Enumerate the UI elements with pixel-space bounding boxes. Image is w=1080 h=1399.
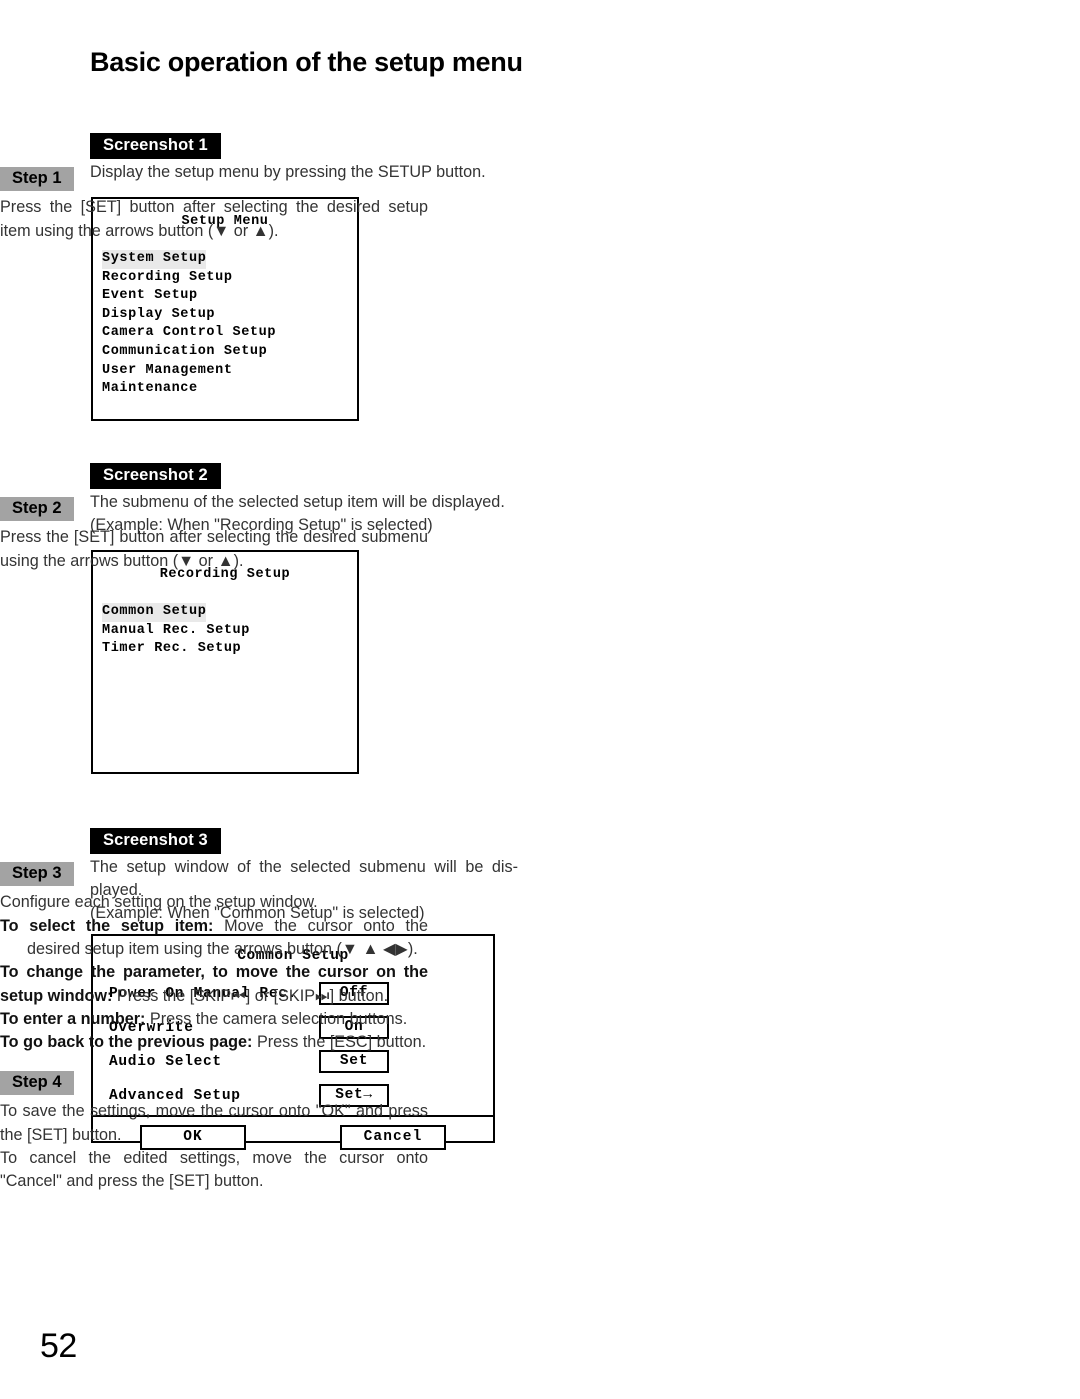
step-3-line-6-rest: Press the camera selection buttons. (149, 1009, 408, 1028)
step-3-line-7-lead: To go back to the previous page: (0, 1033, 253, 1052)
step-4-body: To save the settings, move the cursor on… (0, 1100, 428, 1193)
step-1-line-2: item using the arrows button (▼ or ▲). (0, 221, 279, 240)
step-4-line-3: To cancel the edited settings, move the … (0, 1148, 428, 1167)
step-2-body: Press the [SET] button after selecting t… (0, 526, 428, 573)
step-3-line-6: To enter a number: Press the camera sele… (0, 1008, 428, 1031)
step-1-block: Step 1 Press the [SET] button after sele… (0, 167, 428, 243)
step-1-badge: Step 1 (0, 167, 74, 192)
step-2-badge: Step 2 (0, 497, 74, 522)
skip-back-icon: ⏮ (231, 986, 246, 1005)
recording-setup-item[interactable]: Timer Rec. Setup (102, 640, 357, 659)
recording-setup-item[interactable]: Manual Rec. Setup (102, 622, 357, 641)
step-3-line-5: setup window: Press the [SKIP⏮] or [SKIP… (0, 985, 428, 1008)
step-1-body: Press the [SET] button after selecting t… (0, 196, 428, 243)
step-4-line-4: "Cancel" and press the [SET] button. (0, 1172, 264, 1191)
step-3-line-4: To change the parameter, to move the cur… (0, 963, 428, 982)
recording-setup-window: Recording Setup Common Setup Manual Rec.… (91, 550, 359, 774)
skip-forward-icon: ⏭ (315, 986, 330, 1005)
setup-menu-item[interactable]: Communication Setup (102, 343, 357, 362)
step-4-line-2: the [SET] button. (0, 1125, 122, 1144)
step-2-line-2: using the arrows button (▼ or ▲). (0, 551, 244, 570)
setup-menu-item[interactable]: Event Setup (102, 287, 357, 306)
step-2-line-1: Press the [SET] button after selecting t… (0, 528, 428, 547)
step-3-badge: Step 3 (0, 862, 74, 887)
step-1-line-1: Press the [SET] button after selecting t… (0, 198, 428, 217)
step-3-body: Configure each setting on the setup wind… (0, 891, 428, 1054)
setup-menu-item[interactable]: Camera Control Setup (102, 324, 357, 343)
step-3-line-6-lead: To enter a number: (0, 1009, 146, 1028)
step-2-block: Step 2 Press the [SET] button after sele… (0, 497, 428, 573)
step-3-line-1: Configure each setting on the setup wind… (0, 893, 318, 912)
setup-menu-item[interactable]: System Setup (102, 250, 207, 269)
step-3-line-3: desired setup item using the arrows butt… (27, 939, 418, 958)
step-3-line-2-lead: To select the setup item: (0, 916, 214, 935)
setup-menu-item[interactable]: Display Setup (102, 306, 357, 325)
step-3-line-5-lead: setup window: (0, 986, 113, 1005)
step-3-line-5-rest-a: Press the [SKIP (116, 986, 232, 1005)
screenshot-1-badge: Screenshot 1 (90, 133, 221, 160)
page-title: Basic operation of the setup menu (90, 47, 523, 77)
step-3-line-5-rest-c: ] button. (329, 986, 389, 1005)
page-number: 52 (40, 1327, 77, 1365)
step-3-line-2: To select the setup item: Move the curso… (0, 915, 428, 938)
step-3-line-2-rest: Move the cursor onto the (224, 916, 429, 935)
step-3-line-7-rest: Press the [ESC] button. (256, 1033, 427, 1052)
screenshot-2-badge: Screenshot 2 (90, 463, 221, 490)
setup-menu-list: System Setup Recording Setup Event Setup… (102, 250, 357, 399)
step-3-line-5-rest-b: ] or [SKIP (245, 986, 316, 1005)
setup-menu-item[interactable]: Maintenance (102, 380, 357, 399)
step-4-line-1: To save the settings, move the cursor on… (0, 1102, 428, 1121)
setup-menu-item[interactable]: User Management (102, 362, 357, 381)
step-4-block: Step 4 To save the settings, move the cu… (0, 1071, 428, 1194)
step-3-line-7: To go back to the previous page: Press t… (0, 1031, 428, 1054)
step-4-badge: Step 4 (0, 1071, 74, 1096)
recording-setup-list: Common Setup Manual Rec. Setup Timer Rec… (102, 603, 357, 659)
screenshot-3-badge: Screenshot 3 (90, 828, 221, 855)
row-label: Audio Select (109, 1053, 222, 1070)
step-3-block: Step 3 Configure each setting on the set… (0, 862, 428, 1055)
setup-menu-item[interactable]: Recording Setup (102, 269, 357, 288)
recording-setup-item[interactable]: Common Setup (102, 603, 207, 622)
